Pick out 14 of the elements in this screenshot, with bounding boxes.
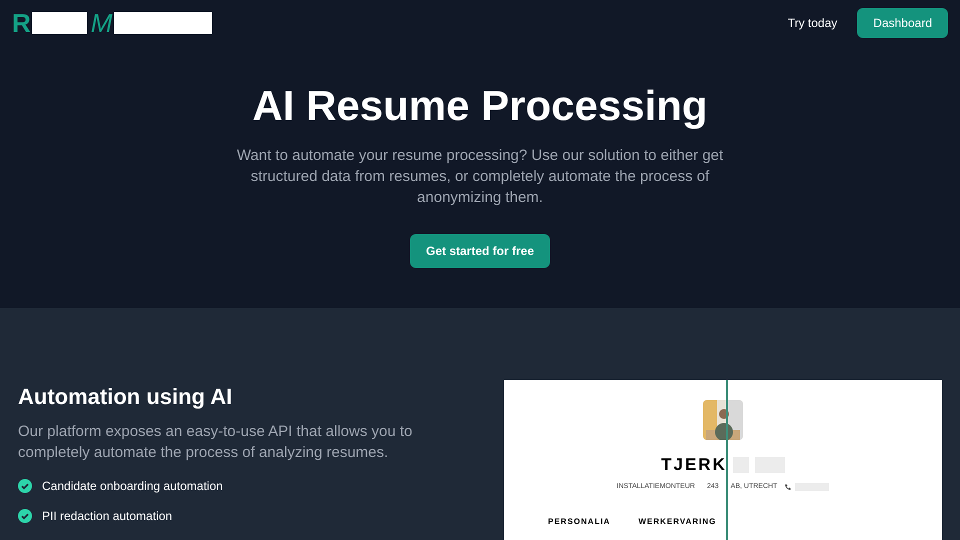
feature-item: Candidate onboarding automation (42, 478, 223, 495)
resume-name: TJERK (661, 454, 727, 476)
section-text: Our platform exposes an easy-to-use API that allows you to completely automate the process of analyzing resumes. (18, 422, 414, 463)
dashboard-button[interactable]: Dashboard (857, 8, 948, 38)
feature-item: PII redaction automation (42, 508, 172, 525)
hero-title: AI Resume Processing (252, 81, 708, 131)
resume-section-heading: PERSONALIA (548, 516, 610, 528)
section-title: Automation using AI (18, 383, 234, 411)
get-started-button[interactable]: Get started for free (410, 234, 550, 268)
resume-section-heading: WERKERVARING (638, 516, 716, 528)
logo-letter: R (12, 10, 31, 36)
nav-link[interactable]: Try today (788, 14, 838, 32)
hero-subtitle: Want to automate your resume processing? Use our solution to either get structured data from resumes, or completely automate the process of anonymizing them. (236, 146, 724, 208)
logo-letter: M (90, 10, 112, 36)
